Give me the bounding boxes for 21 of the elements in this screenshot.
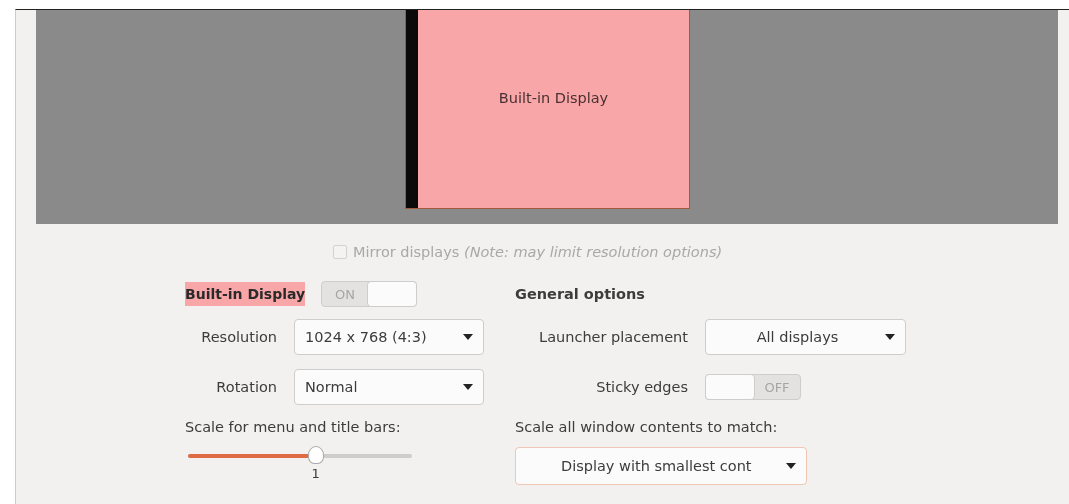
section-title: General options xyxy=(515,286,645,302)
monitor-label: Built-in Display xyxy=(497,89,610,108)
scale-label: Scale all window contents to match: xyxy=(515,418,779,437)
mirror-label: Mirror displays (Note: may limit resolution options) xyxy=(353,244,723,260)
dropdown[interactable]: Display with smallest cont xyxy=(515,447,807,485)
slider-value: 1 xyxy=(311,466,320,481)
slider-thumb[interactable] xyxy=(307,446,324,464)
monitor-tile[interactable]: Built-in Display xyxy=(405,10,690,209)
dropdown[interactable]: Normal xyxy=(294,369,484,405)
caret-icon xyxy=(463,384,473,390)
dropdown[interactable]: All displays xyxy=(705,319,906,355)
field-label: Resolution xyxy=(200,329,277,345)
dropdown[interactable]: 1024 x 768 (4:3) xyxy=(294,319,484,355)
caret-icon xyxy=(463,334,473,340)
caret-icon xyxy=(786,463,796,469)
scale-label: Scale for menu and title bars: xyxy=(185,418,402,437)
field-label: Sticky edges xyxy=(595,379,688,395)
display-name: Built-in Display xyxy=(185,282,306,306)
caret-icon xyxy=(885,334,895,340)
field-label: Launcher placement xyxy=(538,329,688,345)
field-label: Rotation xyxy=(215,379,277,395)
